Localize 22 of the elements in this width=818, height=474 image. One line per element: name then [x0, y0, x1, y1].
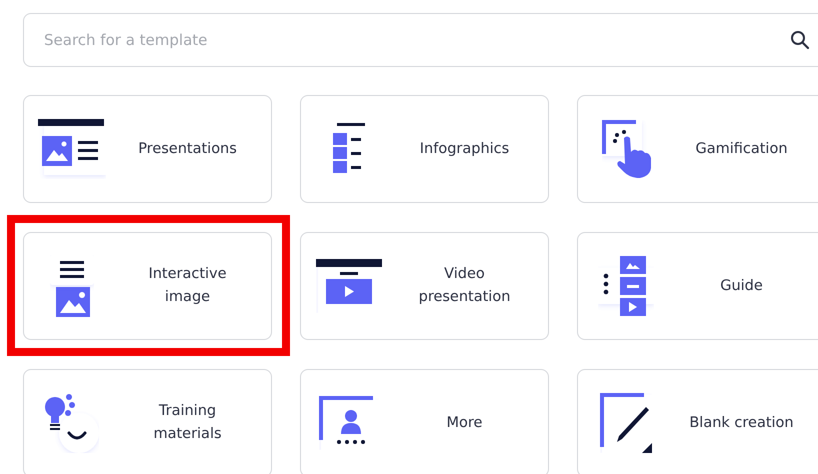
template-label: Video presentation — [418, 265, 512, 307]
template-card[interactable]: Guide — [577, 232, 818, 340]
template-card[interactable]: Interactive image — [23, 232, 272, 340]
template-label: Guide — [719, 276, 764, 296]
search-icon — [790, 30, 810, 50]
template-card[interactable]: Presentations — [23, 95, 272, 203]
template-label: Interactive image — [147, 265, 228, 307]
template-card[interactable]: Gamification — [577, 95, 818, 203]
template-label: Training materials — [152, 402, 223, 444]
hand-icon — [602, 120, 650, 178]
template-card[interactable]: Video presentation — [300, 232, 549, 340]
template-label: Presentations — [137, 140, 238, 158]
template-card[interactable]: Blank creation — [577, 369, 818, 474]
template-label: Blank creation — [688, 414, 795, 432]
search-field[interactable]: Search for a template — [23, 13, 818, 67]
pen-page-icon — [600, 393, 652, 453]
template-label: More — [446, 414, 484, 432]
template-label: Gamification — [694, 140, 789, 158]
template-card[interactable]: Training materials — [23, 369, 272, 474]
template-label: Infographics — [418, 140, 510, 158]
template-card[interactable]: More — [300, 369, 549, 474]
template-card[interactable]: Infographics — [300, 95, 549, 203]
